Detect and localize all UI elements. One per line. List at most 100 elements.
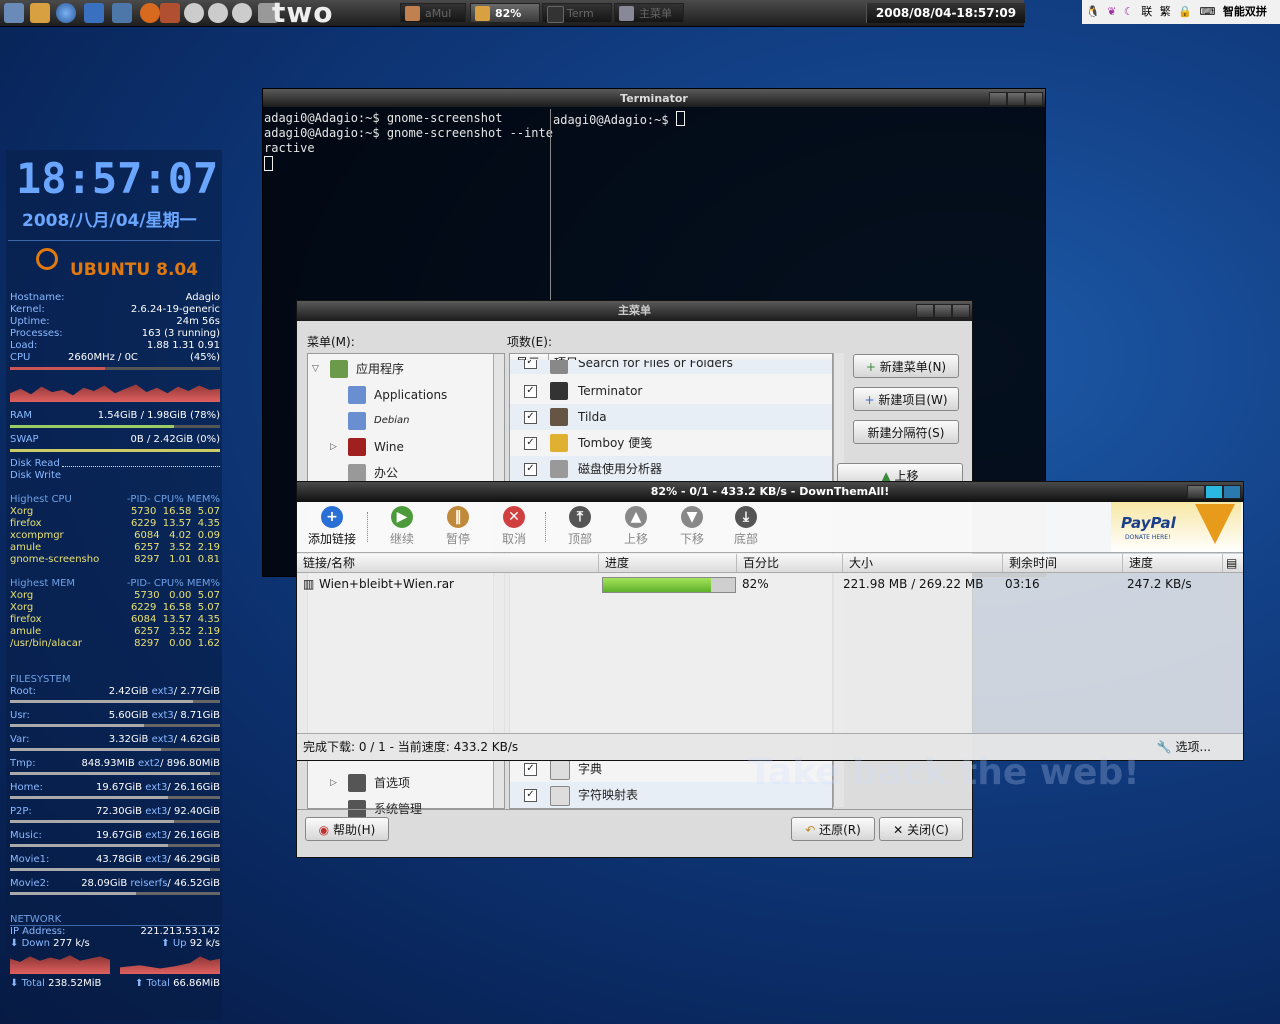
item-visible-checkbox[interactable]: ✓ [524,437,537,450]
filesystem-row: P2P: 72.30GiB ext3/ 92.40GiB [10,806,220,818]
revert-button[interactable]: ↶ 还原(R) [791,817,875,841]
revert-icon: ↶ [805,823,816,837]
download-row[interactable]: ▥ Wien+bleibt+Wien.rar 82% 221.98 MB / 2… [297,573,1243,595]
column-picker-icon[interactable]: ▤ [1223,554,1241,572]
pane-splitter[interactable] [550,109,551,301]
sys-value: 2.6.24-19-generic [130,304,220,315]
menu-tree-item[interactable]: ▽ 应用程序 [308,356,504,382]
task-amule[interactable]: aMul [400,3,466,23]
menu-tree-item[interactable]: ▷ Wine [308,434,504,460]
penguin-icon[interactable]: 🐧 [1086,5,1100,18]
workspace-1-icon[interactable] [208,3,228,23]
menu-tree-item[interactable]: Debian [308,408,504,434]
minimize-button[interactable] [916,304,934,318]
expander-icon[interactable]: ▷ [330,770,337,796]
file-manager-icon[interactable] [30,3,50,23]
panel-clock[interactable]: 2008/08/04-18:57:09 [866,3,1025,23]
menu-editor-titlebar[interactable]: 主菜单 [297,301,972,321]
fs-type: ext3 [145,830,168,841]
options-link[interactable]: 🔧 选项... [1157,734,1211,760]
new-separator-button[interactable]: 新建分隔符(S) [853,420,959,444]
item-row[interactable]: ✓ Tilda [510,404,832,430]
sys-row: Kernel: 2.6.24-19-generic [10,304,220,316]
workspace-down-icon[interactable] [232,3,252,23]
section-title: Highest MEM [10,578,76,589]
menu-tree-item[interactable]: ▷ 首选项 [308,770,504,796]
item-visible-checkbox[interactable]: ✓ [524,763,537,776]
task-downthemall[interactable]: 82% [470,3,540,23]
minimize-button[interactable] [1187,485,1205,499]
keyboard-icon[interactable]: ⌨ [1200,5,1216,18]
maximize-button[interactable] [1205,485,1223,499]
disk-read-row: Disk Read [10,458,220,470]
tool-icon[interactable] [160,3,180,23]
tray-item-lian[interactable]: 联 [1141,5,1152,18]
tray-item-fan[interactable]: 繁 [1160,5,1171,18]
terminal-prompt: adagi0@Adagio:~$ [553,113,676,127]
item-visible-checkbox[interactable]: ✓ [524,360,537,369]
sys-value: 1.88 1.31 0.91 [146,340,220,351]
toolbar-pause-button[interactable]: ‖ 暂停 [431,506,485,547]
item-row[interactable]: ✓ 磁盘使用分析器 [510,456,832,482]
fs-total: 26.16GiB [173,830,220,841]
expander-icon[interactable]: ▷ [330,434,337,460]
col-size[interactable]: 大小 [843,554,1003,572]
col-remaining[interactable]: 剩余时间 [1003,554,1123,572]
item-visible-checkbox[interactable]: ✓ [524,411,537,424]
toolbar-move-down-button[interactable]: ▼ 下移 [665,506,719,547]
maximize-button[interactable] [1007,92,1025,106]
downthemall-window[interactable]: 82% - 0/1 - 433.2 KB/s - DownThemAll! + 添… [296,481,1244,761]
item-visible-checkbox[interactable]: ✓ [524,789,537,802]
item-visible-checkbox[interactable]: ✓ [524,463,537,476]
input-method-label[interactable]: 智能双拼 [1223,5,1267,18]
expander-icon[interactable]: ▽ [312,356,319,382]
process-name: firefox [10,518,42,529]
close-dialog-button[interactable]: ✕ 关闭(C) [879,817,963,841]
close-button[interactable] [952,304,970,318]
col-percent[interactable]: 百分比 [737,554,843,572]
col-name[interactable]: 链接/名称 [297,554,599,572]
item-row[interactable]: ✓ Terminator [510,378,832,404]
workspace-a-icon[interactable] [184,3,204,23]
browser-icon[interactable] [56,3,76,23]
item-label: Tomboy 便笺 [578,436,653,450]
toolbar-add-link-button[interactable]: + 添加链接 [305,506,359,547]
desktop-icon[interactable] [84,3,104,23]
alert-icon[interactable] [140,3,160,23]
add-link-icon: + [321,506,343,528]
process-values: 6229 16.58 5.07 [130,602,220,613]
toolbar-resume-button[interactable]: ▶ 继续 [375,506,429,547]
close-button[interactable] [1025,92,1043,106]
home-folder-icon[interactable] [4,3,24,23]
terminal-pane-right[interactable]: adagi0@Adagio:~$ [553,111,685,128]
menu-tree-item[interactable]: Applications [308,382,504,408]
moon-icon[interactable]: ☾ [1124,5,1134,18]
terminator-titlebar[interactable]: Terminator [263,89,1045,107]
close-button[interactable] [1223,485,1241,499]
lock-icon[interactable]: 🔒 [1178,5,1192,18]
top-cpu-header: Highest CPU -PID- CPU% MEM% [10,494,220,506]
downthemall-titlebar[interactable]: 82% - 0/1 - 433.2 KB/s - DownThemAll! [297,482,1243,502]
totals-row: ⬇ Total 238.52MiB ⬆ Total 66.86MiB [10,978,220,990]
new-menu-button[interactable]: + 新建菜单(N) [853,354,959,378]
help-button[interactable]: ◉ 帮助(H) [305,817,389,841]
toolbar-move-up-button[interactable]: ▲ 上移 [609,506,663,547]
paypal-donate[interactable]: PayPal DONATE HERE! [1111,502,1241,552]
item-visible-checkbox[interactable]: ✓ [524,385,537,398]
new-item-button[interactable]: + 新建项目(W) [853,387,959,411]
item-row[interactable]: ✓ Search for Files or Folders [510,360,832,374]
terminal-pane-left[interactable]: adagi0@Adagio:~$ gnome-screenshot adagi0@… [264,111,553,173]
task-menu-editor[interactable]: 主菜单 [614,3,684,23]
col-progress[interactable]: 进度 [599,554,737,572]
task-terminator[interactable]: Term [542,3,612,23]
col-speed[interactable]: 速度 [1123,554,1223,572]
toolbar-move-bottom-button[interactable]: ⤓ 底部 [719,506,773,547]
minimize-button[interactable] [989,92,1007,106]
im-icon[interactable]: ❦ [1107,5,1116,18]
computer-icon[interactable] [112,3,132,23]
toolbar-move-top-button[interactable]: ⤒ 顶部 [553,506,607,547]
swap-bar [10,449,220,452]
toolbar-cancel-button[interactable]: ✕ 取消 [487,506,541,547]
item-row[interactable]: ✓ Tomboy 便笺 [510,430,832,456]
maximize-button[interactable] [934,304,952,318]
